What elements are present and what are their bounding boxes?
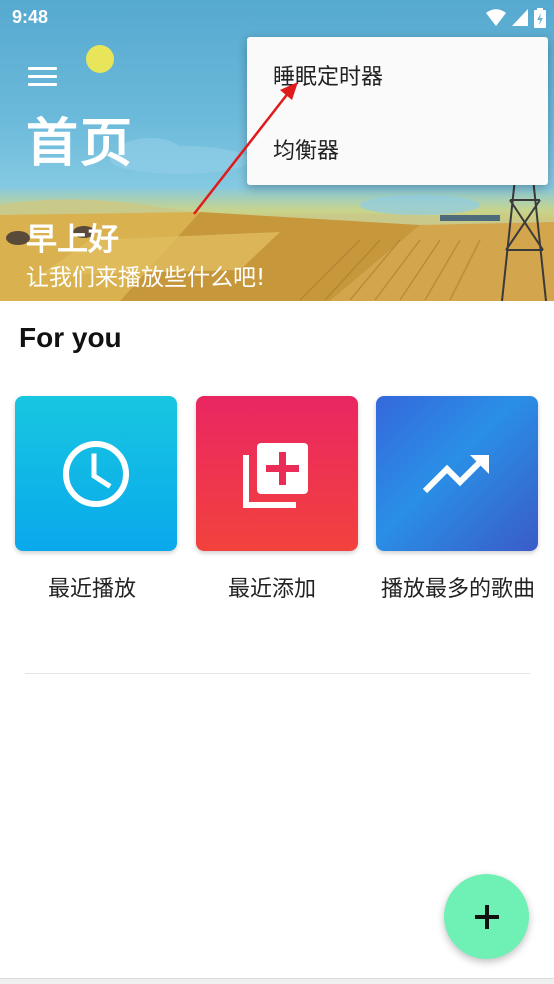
wifi-icon — [486, 9, 506, 26]
overflow-popup-menu: 睡眠定时器 均衡器 — [247, 37, 548, 185]
card-most-played[interactable] — [376, 396, 538, 551]
plus-icon — [474, 904, 499, 929]
menu-item-sleep-timer[interactable]: 睡眠定时器 — [273, 59, 383, 91]
battery-charging-icon — [534, 8, 546, 28]
menu-icon-bar — [28, 74, 57, 78]
status-bar: 9:48 — [0, 0, 554, 38]
menu-item-equalizer[interactable]: 均衡器 — [273, 133, 339, 165]
card-label-recently-played: 最近播放 — [48, 577, 137, 602]
card-recently-played[interactable] — [15, 396, 177, 551]
add-fab-button[interactable] — [444, 874, 529, 959]
card-label-most-played: 播放最多的歌曲 — [381, 577, 536, 602]
card-label-recently-added: 最近添加 — [228, 577, 317, 602]
menu-icon-bar — [28, 82, 57, 86]
cellular-signal-icon — [512, 9, 528, 26]
section-divider — [25, 673, 530, 674]
page-title: 首页 — [26, 114, 135, 174]
clock-icon — [63, 440, 129, 507]
trending-up-icon — [422, 454, 489, 493]
card-recently-added[interactable] — [196, 396, 358, 551]
greeting-subtitle: 让我们来播放些什么吧! — [26, 265, 266, 291]
hamburger-menu-button[interactable] — [22, 58, 64, 94]
status-time: 9:48 — [12, 7, 49, 27]
bottom-edge — [0, 978, 554, 984]
add-to-queue-icon — [243, 442, 308, 508]
menu-icon-bar — [28, 66, 57, 70]
section-title-for-you: For you — [19, 322, 122, 353]
greeting-text: 早上好 — [26, 222, 119, 258]
